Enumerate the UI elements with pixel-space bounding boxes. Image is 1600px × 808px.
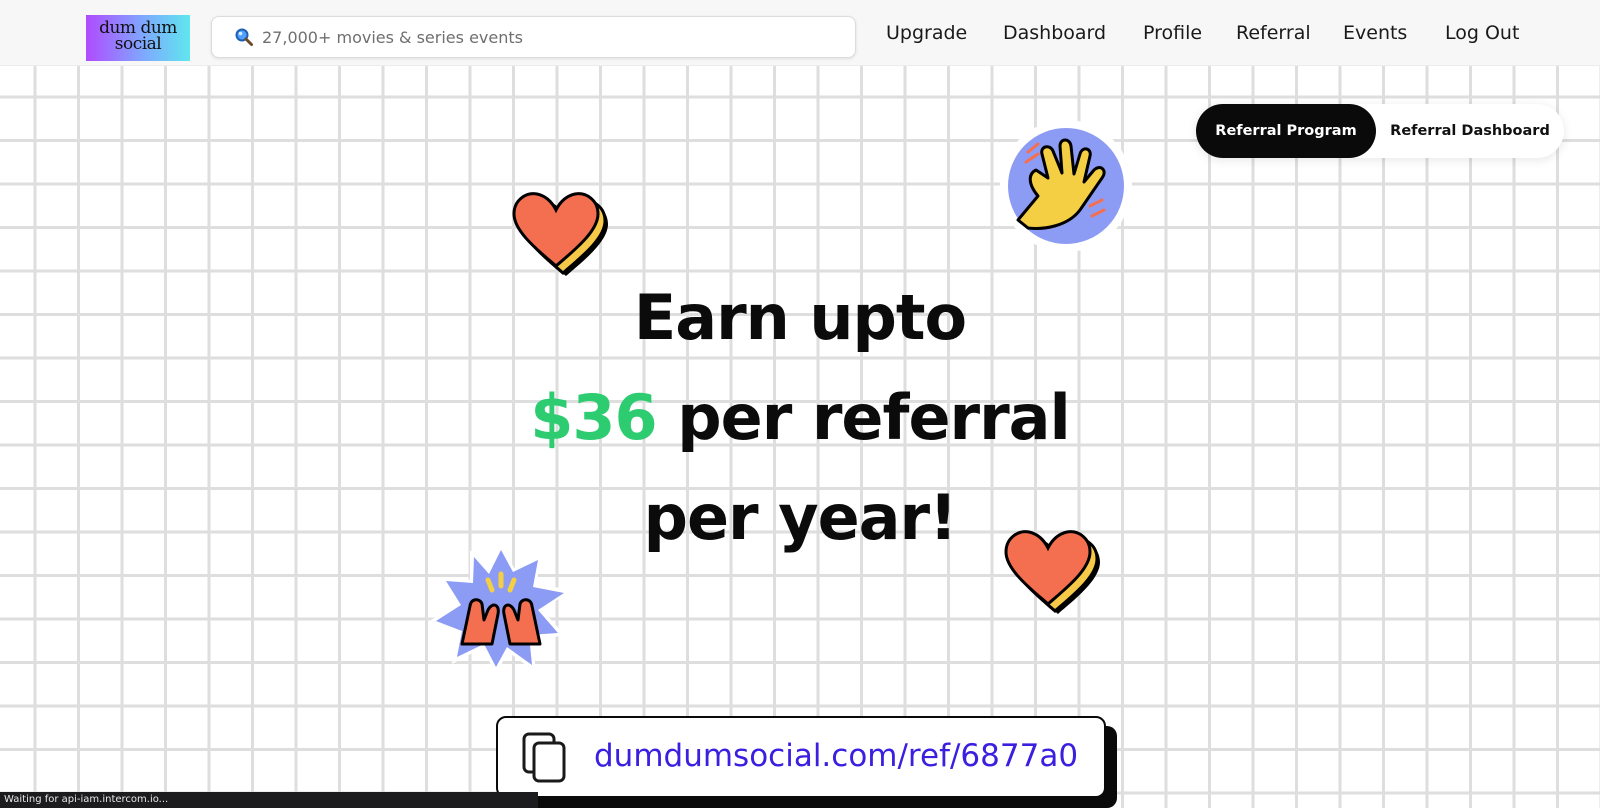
hero-line-1: Earn upto [633,281,967,354]
heart-sticker-top-left [512,192,608,276]
tab-referral-dashboard[interactable]: Referral Dashboard [1376,104,1564,158]
referral-tab-toggle: Referral Program Referral Dashboard [1196,104,1564,158]
dum-dum-social-logo[interactable]: dum dum social [86,15,190,61]
referral-link-url[interactable]: dumdumsocial.com/ref/6877a0 [594,738,1078,774]
nav-profile[interactable]: Profile [1143,22,1202,44]
waving-hand-sticker [1000,120,1132,252]
tab-referral-program[interactable]: Referral Program [1196,104,1376,158]
referral-link-box[interactable]: dumdumsocial.com/ref/6877a0 [496,716,1106,798]
referral-amount: $36 [530,381,657,454]
search-placeholder: 27,000+ movies & series events [262,27,523,47]
nav-referral[interactable]: Referral [1236,22,1311,44]
nav-log-out[interactable]: Log Out [1445,22,1519,44]
nav-events[interactable]: Events [1343,22,1407,44]
nav-upgrade[interactable]: Upgrade [886,22,967,44]
copy-icon[interactable] [522,732,568,784]
top-navigation-bar: dum dum social 27,000+ movies & series e… [0,0,1600,66]
browser-status-bar: Waiting for api-iam.intercom.io... [0,792,538,808]
logo-line-2: social [114,34,162,54]
hero-heading: Earn upto $36 per referral per year! [500,268,1100,568]
hero-line-3: per year! [643,481,958,554]
hero-line-2-text: per referral [656,381,1071,454]
hero-line-2: $36 per referral [500,368,1100,468]
search-icon [235,28,253,46]
nav-dashboard[interactable]: Dashboard [1003,22,1106,44]
search-input[interactable]: 27,000+ movies & series events [211,16,856,58]
